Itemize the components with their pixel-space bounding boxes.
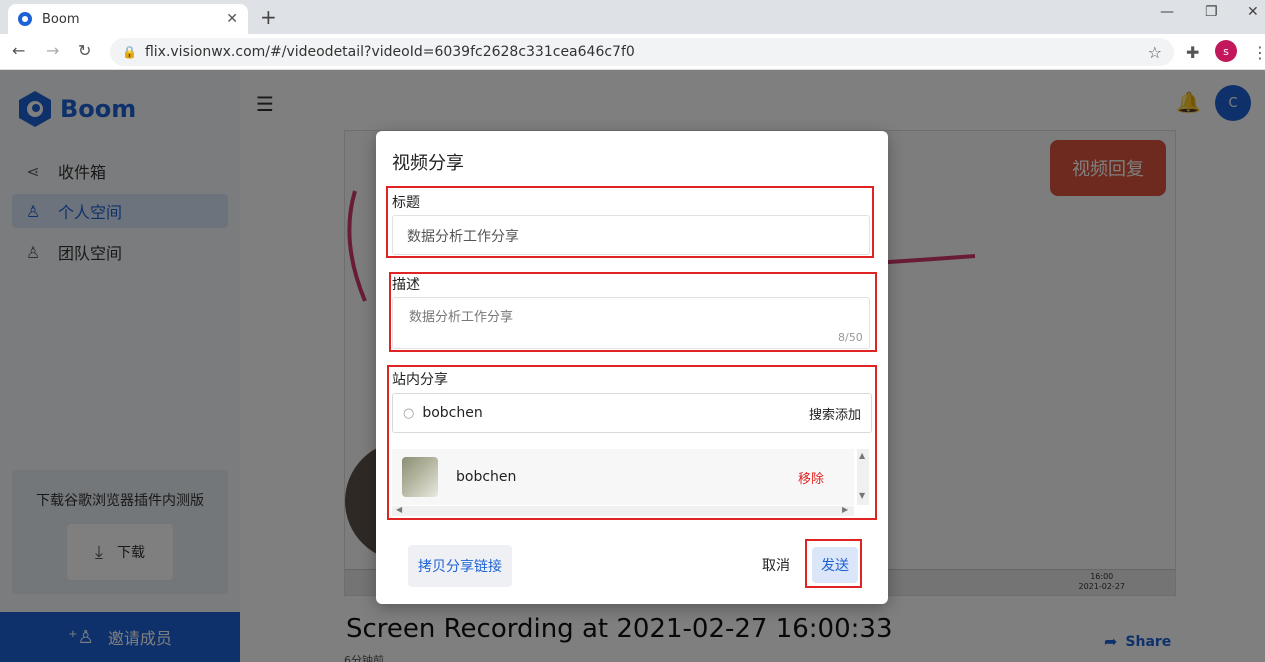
list-item: bobchen 移除 xyxy=(392,449,854,505)
new-tab-icon[interactable]: + xyxy=(260,5,277,29)
forward-icon[interactable]: → xyxy=(46,41,59,60)
minimize-icon[interactable]: — xyxy=(1160,4,1174,20)
description-counter: 8/50 xyxy=(838,331,863,344)
share-video-modal: 视频分享 标题 数据分析工作分享 描述 数据分析工作分享 8/50 站内分享 ○… xyxy=(376,131,888,604)
description-label: 描述 xyxy=(392,277,420,293)
browser-menu-icon[interactable]: ⋮ xyxy=(1252,43,1265,62)
reload-icon[interactable]: ↻ xyxy=(78,41,91,60)
send-button[interactable]: 发送 xyxy=(812,547,858,583)
back-icon[interactable]: ← xyxy=(12,41,25,60)
cancel-button[interactable]: 取消 xyxy=(762,555,790,575)
profile-avatar[interactable]: s xyxy=(1215,40,1237,62)
description-textarea[interactable]: 数据分析工作分享 xyxy=(392,297,870,349)
restore-icon[interactable]: ❐ xyxy=(1205,4,1218,20)
search-add-button[interactable]: 搜索添加 xyxy=(809,404,861,423)
boom-favicon-icon xyxy=(18,12,32,26)
remove-user-button[interactable]: 移除 xyxy=(798,468,824,487)
scroll-right-icon[interactable]: ▶ xyxy=(842,505,848,514)
lock-icon: 🔒 xyxy=(122,45,137,59)
url-text: flix.visionwx.com/#/videodetail?videoId=… xyxy=(144,44,635,60)
user-list-vscrollbar[interactable]: ▲ ▼ xyxy=(857,449,869,505)
bookmark-star-icon[interactable]: ☆ xyxy=(1148,43,1162,62)
browser-tabstrip: Boom ✕ + — ❐ ✕ xyxy=(0,0,1265,34)
shared-user-name: bobchen xyxy=(456,469,517,485)
title-input[interactable]: 数据分析工作分享 xyxy=(392,215,870,255)
browser-addressbar: ← → ↻ 🔒 flix.visionwx.com/#/videodetail?… xyxy=(0,34,1265,70)
scroll-up-icon[interactable]: ▲ xyxy=(859,451,865,460)
modal-title: 视频分享 xyxy=(392,153,464,174)
extensions-puzzle-icon[interactable]: ✚ xyxy=(1186,43,1199,62)
shared-user-avatar xyxy=(402,457,438,497)
search-value: bobchen xyxy=(422,405,483,421)
search-icon: ○ xyxy=(403,405,415,421)
browser-tab[interactable]: Boom ✕ xyxy=(8,4,248,34)
window-close-icon[interactable]: ✕ xyxy=(1247,4,1259,20)
internal-share-label: 站内分享 xyxy=(392,372,448,388)
url-bar[interactable]: 🔒 flix.visionwx.com/#/videodetail?videoI… xyxy=(110,38,1174,66)
copy-share-link-button[interactable]: 拷贝分享链接 xyxy=(408,545,512,587)
user-list-hscrollbar[interactable]: ◀ ▶ xyxy=(392,505,854,516)
scroll-left-icon[interactable]: ◀ xyxy=(396,505,402,514)
tab-title: Boom xyxy=(42,11,80,27)
user-search-input[interactable]: ○ bobchen 搜索添加 xyxy=(392,393,872,433)
scroll-down-icon[interactable]: ▼ xyxy=(859,491,865,500)
title-label: 标题 xyxy=(392,195,420,211)
tab-close-icon[interactable]: ✕ xyxy=(226,11,238,27)
